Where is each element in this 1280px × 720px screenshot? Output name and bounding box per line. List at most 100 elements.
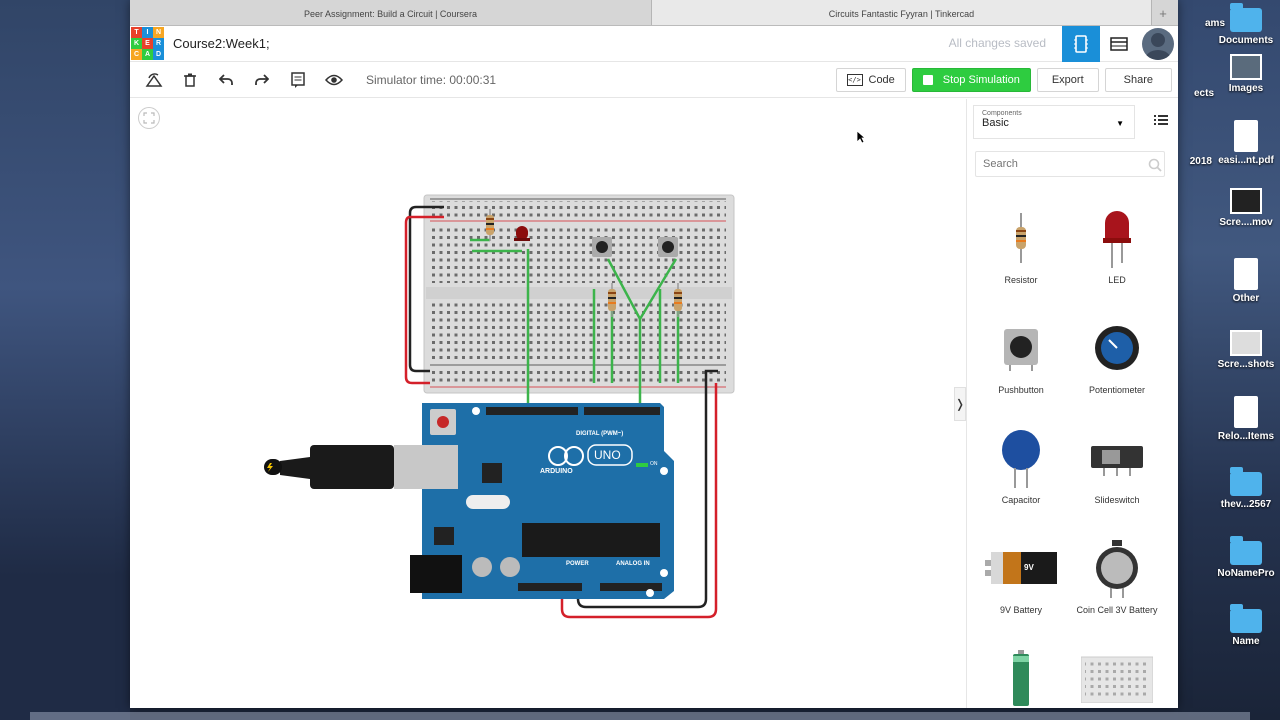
battery-9v-icon xyxy=(985,552,1057,584)
components-dropdown-value: Basic xyxy=(982,117,1009,129)
share-button[interactable]: Share xyxy=(1104,68,1172,92)
circuit-view-button[interactable] xyxy=(1062,26,1100,62)
desktop-item-name[interactable]: Name xyxy=(1206,603,1280,647)
folder-icon xyxy=(1230,536,1262,565)
desktop-item-label: Documents xyxy=(1218,35,1274,46)
component-capacitor[interactable]: Capacitor xyxy=(973,427,1069,505)
notes-button[interactable] xyxy=(280,62,316,98)
desktop-background-left xyxy=(0,0,130,720)
desktop-item-label: Other xyxy=(1232,293,1260,304)
desktop-item-other[interactable]: Other xyxy=(1206,258,1280,304)
export-button[interactable]: Export xyxy=(1036,68,1099,92)
rotate-button[interactable] xyxy=(136,62,172,98)
stop-simulation-button[interactable]: Stop Simulation xyxy=(911,68,1031,92)
panel-collapse-button[interactable]: ❭ xyxy=(954,387,966,421)
desktop-item-label: Scre....mov xyxy=(1219,217,1273,228)
desktop-item-label: thev...2567 xyxy=(1220,499,1272,510)
table-icon xyxy=(1110,37,1128,51)
usb-plug-icon xyxy=(267,463,273,472)
document-icon xyxy=(1234,258,1258,290)
component-label: Resistor xyxy=(1004,275,1038,285)
logo-letter: E xyxy=(142,37,153,49)
desktop-item-relocated[interactable]: Relo...Items xyxy=(1206,396,1280,442)
notes-icon xyxy=(291,71,305,88)
user-avatar[interactable] xyxy=(1142,28,1174,60)
tab-tinkercad[interactable]: Circuits Fantastic Fyyran | Tinkercad xyxy=(652,0,1152,25)
arduino-uno[interactable] xyxy=(410,403,674,599)
app-header: TINKERCAD Course2:Week1; All changes sav… xyxy=(130,26,1178,62)
logo-letter: A xyxy=(142,48,153,60)
desktop-item-label: easi...nt.pdf xyxy=(1218,155,1274,166)
code-button[interactable]: </> Code xyxy=(835,68,906,92)
board-model: UNO xyxy=(594,448,621,462)
video-file-icon xyxy=(1230,188,1262,214)
logo-letter: R xyxy=(153,37,164,49)
simulator-time: Simulator time: 00:00:31 xyxy=(366,72,497,87)
tinkercad-logo[interactable]: TINKERCAD xyxy=(131,26,165,61)
code-icon: </> xyxy=(846,74,863,86)
stop-label: Stop Simulation xyxy=(942,74,1020,86)
tab-coursera[interactable]: Peer Assignment: Build a Circuit | Cours… xyxy=(130,0,652,25)
image-file-icon xyxy=(1230,54,1262,80)
board-brand: ARDUINO xyxy=(540,468,573,475)
search-icon xyxy=(1148,158,1162,172)
usb-cable[interactable] xyxy=(264,445,458,489)
desktop-item-pdf[interactable]: easi...nt.pdf xyxy=(1206,120,1280,166)
component-label: Capacitor xyxy=(1001,495,1041,505)
new-tab-button[interactable]: + xyxy=(1152,0,1174,25)
component-led[interactable]: LED xyxy=(1069,207,1165,285)
components-dropdown[interactable]: Components Basic ▼ xyxy=(973,105,1135,139)
dock xyxy=(30,712,1250,720)
component-potentiometer[interactable]: Potentiometer xyxy=(1069,317,1165,395)
stop-icon xyxy=(922,75,933,85)
desktop-item-label: Scre...shots xyxy=(1217,359,1275,370)
folder-icon xyxy=(1230,3,1262,32)
component-label: 9V Battery xyxy=(999,605,1043,615)
component-label: Coin Cell 3V Battery xyxy=(1076,605,1158,615)
project-title[interactable]: Course2:Week1; xyxy=(173,36,270,51)
circuit-canvas[interactable]: ARDUINO UNO DIGITAL (PWM~) ON POWER ANAL… xyxy=(130,99,966,708)
power-label: POWER xyxy=(566,561,589,567)
toolbar: Simulator time: 00:00:31 </> Code Stop Si… xyxy=(130,62,1178,98)
visibility-button[interactable] xyxy=(316,62,352,98)
component-slideswitch[interactable]: Slideswitch xyxy=(1069,427,1165,505)
desktop-item-images[interactable]: Images xyxy=(1206,54,1280,94)
resistor-icon xyxy=(1016,213,1026,263)
schematic-view-button[interactable] xyxy=(1100,26,1138,62)
pushbutton-1[interactable] xyxy=(592,237,612,257)
logo-letter: I xyxy=(142,26,153,38)
desktop-item-nonamepro[interactable]: NoNamePro xyxy=(1206,535,1280,579)
analog-label: ANALOG IN xyxy=(616,561,650,567)
desktop-item-screenshots[interactable]: Scre...shots xyxy=(1206,330,1280,370)
component-label: LED xyxy=(1108,275,1126,285)
user-icon xyxy=(1145,33,1171,60)
redo-button[interactable] xyxy=(244,62,280,98)
pushbutton-2[interactable] xyxy=(658,237,678,257)
desktop-item-documents[interactable]: Documents xyxy=(1206,2,1280,46)
code-label: Code xyxy=(868,74,895,86)
desktop-item-label: Name xyxy=(1232,636,1260,647)
component-resistor[interactable]: Resistor xyxy=(973,207,1069,285)
component-label: Slideswitch xyxy=(1094,495,1140,505)
document-icon xyxy=(1234,396,1258,428)
desktop-item-label: Relo...Items xyxy=(1217,431,1275,442)
component-coin-cell[interactable]: Coin Cell 3V Battery xyxy=(1069,537,1165,615)
pdf-file-icon xyxy=(1234,120,1258,152)
component-9v-battery[interactable]: 9V 9V Battery xyxy=(973,537,1069,615)
desktop-item-thev[interactable]: thev...2567 xyxy=(1206,466,1280,510)
list-view-icon[interactable] xyxy=(1154,113,1168,131)
logo-letter: K xyxy=(131,37,142,49)
save-status: All changes saved xyxy=(948,36,1046,50)
component-breadboard[interactable] xyxy=(1069,647,1165,708)
desktop-item-label: Images xyxy=(1228,83,1264,94)
folder-icon xyxy=(1230,604,1262,633)
breadboard[interactable] xyxy=(423,194,735,394)
undo-button[interactable] xyxy=(208,62,244,98)
components-search-input[interactable] xyxy=(975,151,1165,177)
component-pushbutton[interactable]: Pushbutton xyxy=(973,317,1069,395)
delete-button[interactable] xyxy=(172,62,208,98)
desktop-item-screen-mov[interactable]: Scre....mov xyxy=(1206,188,1280,228)
led-icon xyxy=(1103,211,1131,268)
component-aa-battery[interactable] xyxy=(973,647,1069,708)
on-label: ON xyxy=(650,461,658,467)
